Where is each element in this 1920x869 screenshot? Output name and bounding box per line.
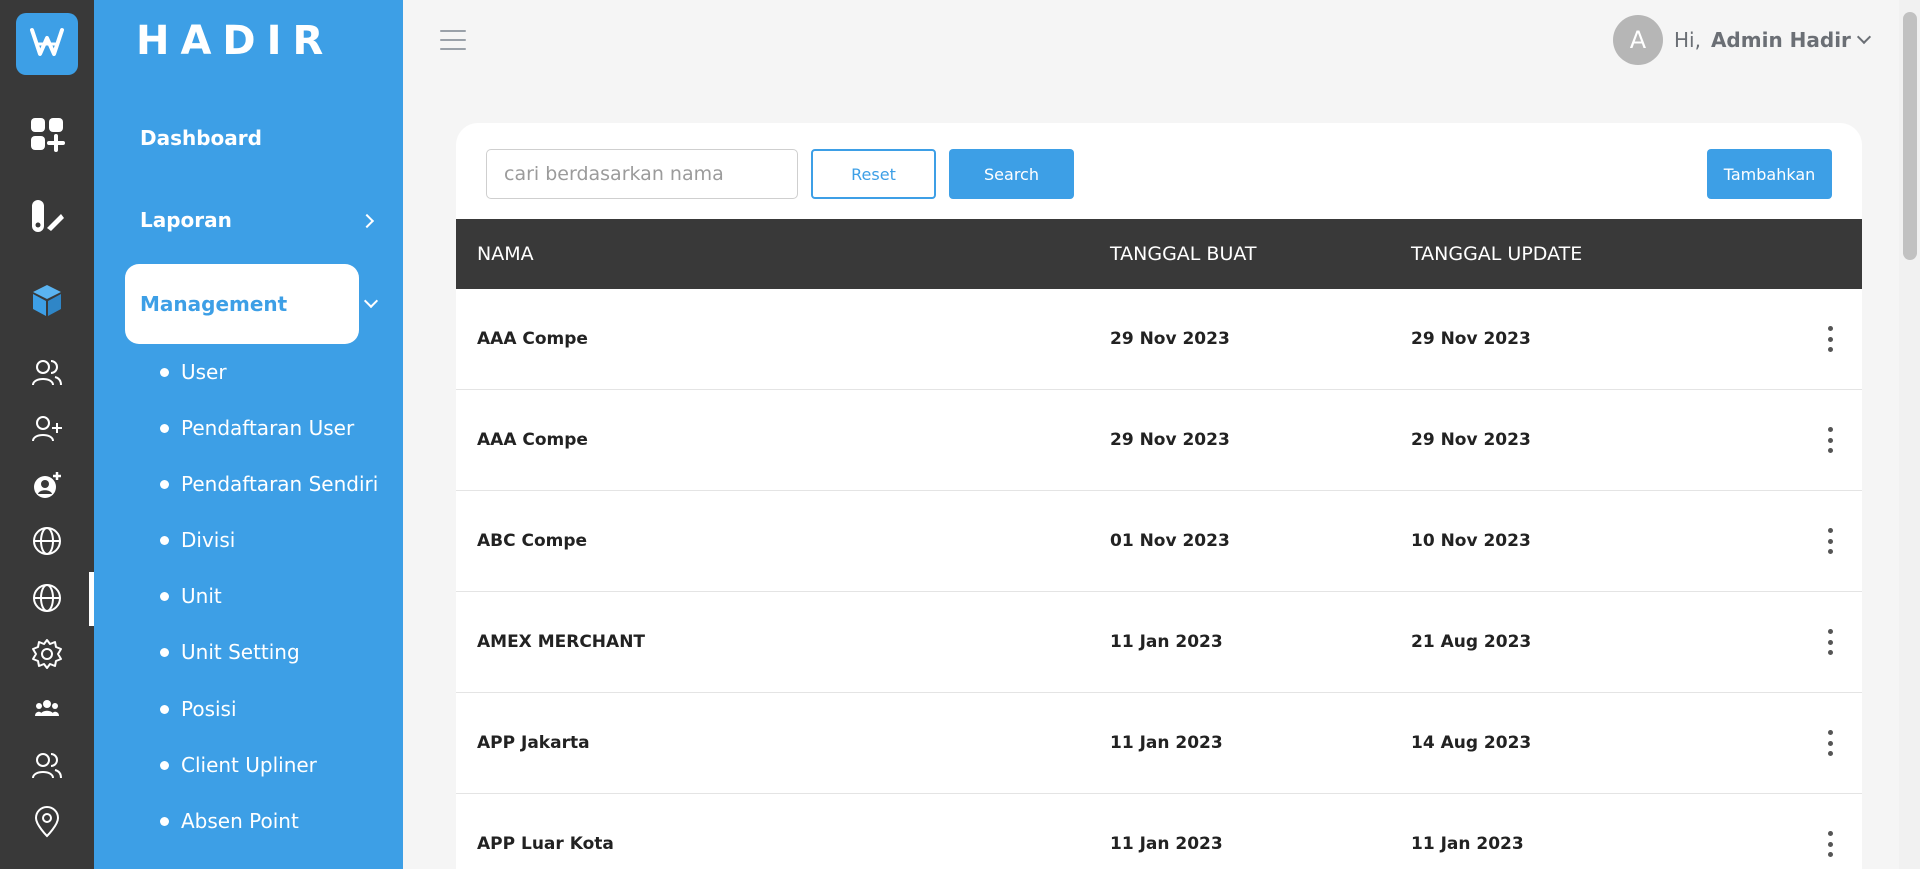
team-icon[interactable] <box>27 688 67 728</box>
bullet-icon <box>160 479 169 489</box>
hamburger-menu-icon[interactable] <box>440 30 466 50</box>
bullet-icon <box>160 647 169 657</box>
submenu-item-unit[interactable]: Unit <box>160 584 222 608</box>
more-options-icon[interactable] <box>1826 326 1834 352</box>
user-menu[interactable]: A Hi, Admin Hadir <box>1613 15 1871 65</box>
chevron-down-icon[interactable] <box>1856 29 1871 45</box>
more-options-icon[interactable] <box>1826 730 1834 756</box>
gear-icon[interactable] <box>27 634 67 674</box>
cell-tanggal-buat: 11 Jan 2023 <box>1110 834 1223 854</box>
location-pin-icon[interactable] <box>27 802 67 842</box>
cube-icon[interactable] <box>27 280 67 320</box>
more-options-icon[interactable] <box>1826 629 1834 655</box>
reset-button[interactable]: Reset <box>811 149 936 199</box>
chevron-right-icon[interactable] <box>359 213 375 229</box>
cell-tanggal-update: 29 Nov 2023 <box>1411 430 1531 450</box>
submenu-item-pendaftaran-sendiri[interactable]: Pendaftaran Sendiri <box>160 472 378 496</box>
globe-icon[interactable] <box>27 578 67 618</box>
more-options-icon[interactable] <box>1826 831 1834 857</box>
table-row[interactable]: AAA Compe 29 Nov 2023 29 Nov 2023 <box>456 390 1862 491</box>
column-header-tanggal-buat: TANGGAL BUAT <box>1110 243 1257 265</box>
content-card: Reset Search Tambahkan NAMA TANGGAL BUAT… <box>456 123 1862 869</box>
submenu-item-unit-setting[interactable]: Unit Setting <box>160 640 300 664</box>
bullet-icon <box>160 704 169 714</box>
bullet-icon <box>160 367 169 377</box>
cell-nama: APP Luar Kota <box>477 834 614 854</box>
cell-nama: ABC Compe <box>477 531 588 551</box>
bullet-icon <box>160 535 169 545</box>
icon-rail <box>0 0 94 869</box>
column-header-tanggal-update: TANGGAL UPDATE <box>1411 243 1583 265</box>
cell-tanggal-update: 29 Nov 2023 <box>1411 329 1531 349</box>
cell-nama: AAA Compe <box>477 430 588 450</box>
users-icon[interactable] <box>27 746 67 786</box>
more-options-icon[interactable] <box>1826 528 1834 554</box>
bullet-icon <box>160 816 169 826</box>
more-options-icon[interactable] <box>1826 427 1834 453</box>
column-header-nama: NAMA <box>477 243 534 265</box>
submenu-item-posisi[interactable]: Posisi <box>160 697 237 721</box>
cell-tanggal-buat: 11 Jan 2023 <box>1110 632 1223 652</box>
cell-tanggal-buat: 11 Jan 2023 <box>1110 733 1223 753</box>
search-button[interactable]: Search <box>949 149 1074 199</box>
menu-item-management-label: Management <box>140 292 288 316</box>
submenu-item-divisi[interactable]: Divisi <box>160 528 235 552</box>
globe-icon[interactable] <box>27 521 67 561</box>
user-name[interactable]: Admin Hadir <box>1711 28 1851 52</box>
bullet-icon <box>160 423 169 433</box>
chevron-down-icon[interactable] <box>363 293 379 309</box>
bullet-icon <box>160 591 169 601</box>
brand-title: HADIR <box>136 18 335 64</box>
menu-item-management[interactable]: Management <box>125 264 359 344</box>
search-input[interactable] <box>486 149 798 199</box>
sidebar-menu: HADIR Dashboard Laporan Management User … <box>94 0 403 869</box>
cell-tanggal-buat: 01 Nov 2023 <box>1110 531 1230 551</box>
avatar[interactable]: A <box>1613 15 1663 65</box>
menu-item-dashboard[interactable]: Dashboard <box>140 126 262 150</box>
submenu-item-absen-point[interactable]: Absen Point <box>160 809 299 833</box>
cell-nama: AAA Compe <box>477 329 588 349</box>
submenu-item-user[interactable]: User <box>160 360 227 384</box>
table-header: NAMA TANGGAL BUAT TANGGAL UPDATE <box>456 219 1862 289</box>
cell-tanggal-buat: 29 Nov 2023 <box>1110 329 1230 349</box>
cell-tanggal-update: 10 Nov 2023 <box>1411 531 1531 551</box>
dashboard-icon[interactable] <box>27 114 67 154</box>
menu-item-laporan[interactable]: Laporan <box>140 208 232 232</box>
report-icon[interactable] <box>27 196 67 236</box>
user-settings-icon[interactable] <box>27 465 67 505</box>
cell-tanggal-buat: 29 Nov 2023 <box>1110 430 1230 450</box>
table-row[interactable]: APP Jakarta 11 Jan 2023 14 Aug 2023 <box>456 693 1862 794</box>
table-row[interactable]: AMEX MERCHANT 11 Jan 2023 21 Aug 2023 <box>456 592 1862 693</box>
cell-nama: AMEX MERCHANT <box>477 632 646 652</box>
table-row[interactable]: ABC Compe 01 Nov 2023 10 Nov 2023 <box>456 491 1862 592</box>
add-button[interactable]: Tambahkan <box>1707 149 1832 199</box>
table-row[interactable]: APP Luar Kota 11 Jan 2023 11 Jan 2023 <box>456 794 1862 869</box>
app-logo-icon[interactable] <box>16 13 78 75</box>
cell-tanggal-update: 11 Jan 2023 <box>1411 834 1524 854</box>
user-add-icon[interactable] <box>27 409 67 449</box>
greeting-text: Hi, <box>1674 28 1701 52</box>
submenu-item-client-upliner[interactable]: Client Upliner <box>160 753 317 777</box>
cell-tanggal-update: 14 Aug 2023 <box>1411 733 1532 753</box>
submenu-item-pendaftaran-user[interactable]: Pendaftaran User <box>160 416 354 440</box>
table-row[interactable]: AAA Compe 29 Nov 2023 29 Nov 2023 <box>456 289 1862 390</box>
cell-tanggal-update: 21 Aug 2023 <box>1411 632 1532 652</box>
bullet-icon <box>160 760 169 770</box>
users-icon[interactable] <box>27 353 67 393</box>
cell-nama: APP Jakarta <box>477 733 590 753</box>
scrollbar-thumb[interactable] <box>1903 12 1917 260</box>
